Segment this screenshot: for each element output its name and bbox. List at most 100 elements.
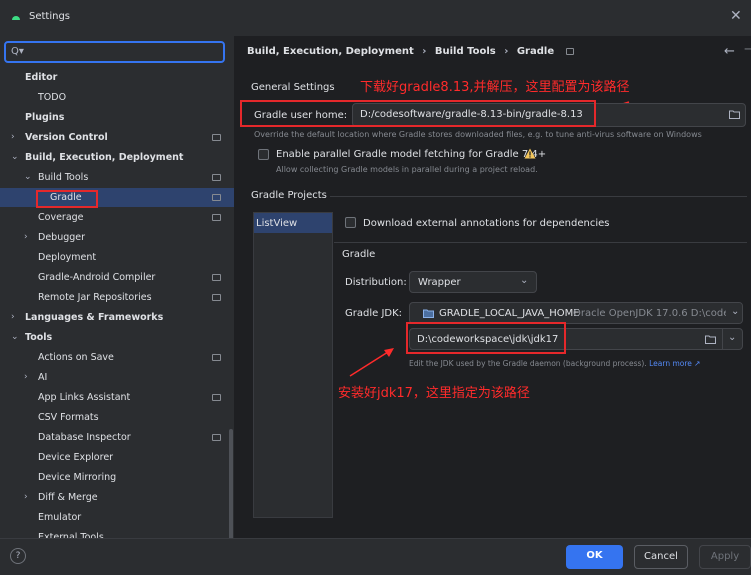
gradle-section-title: Gradle [342,249,376,260]
tree-item-label: App Links Assistant [38,392,131,403]
folder-icon[interactable] [729,110,740,119]
tree-item-device-mirroring[interactable]: Device Mirroring [0,468,234,487]
tree-item-csv-formats[interactable]: CSV Formats [0,408,234,427]
project-settings-icon [212,174,221,181]
chevron-right-icon[interactable]: › [24,228,28,247]
dialog-footer: ? OK Cancel Apply [0,538,751,575]
chevron-down-icon[interactable]: ⌄ [24,168,32,187]
chevron-down-icon: ⌄ [520,275,529,286]
tree-item-build-tools[interactable]: ⌄ Build Tools [0,168,234,187]
warning-icon [524,148,536,159]
chevron-down-icon[interactable]: ⌄ [11,148,19,167]
settings-sidebar: Q▾ Editor TODO Plugins › Version Control … [0,36,235,569]
chevron-down-icon: ⌄ [731,306,740,317]
tree-item-label: Deployment [38,252,97,263]
tree-item-languages[interactable]: › Languages & Frameworks [0,308,234,327]
tree-item-remote-jar[interactable]: Remote Jar Repositories [0,288,234,307]
jdk-folder-icon [423,309,434,318]
folder-icon[interactable] [705,335,716,344]
chevron-right-icon[interactable]: › [24,368,28,387]
tree-item-actions-on-save[interactable]: Actions on Save [0,348,234,367]
breadcrumb-item: Gradle [516,46,555,57]
tree-item-deployment[interactable]: Deployment [0,248,234,267]
tree-item-label: Emulator [38,512,82,523]
tree-item-label: Tools [25,332,53,343]
cancel-button[interactable]: Cancel [634,545,688,569]
distribution-select[interactable]: Wrapper ⌄ [409,271,537,293]
close-icon[interactable]: ✕ [730,8,742,24]
help-icon[interactable]: ? [10,548,26,564]
apply-button[interactable]: Apply [699,545,751,569]
parallel-fetch-label[interactable]: Enable parallel Gradle model fetching fo… [276,149,546,160]
tree-item-label: Debugger [38,232,86,243]
back-arrow-icon[interactable]: ← [724,44,735,59]
highlight-box-gradle [36,190,98,208]
learn-more-link[interactable]: Learn more ↗ [649,359,700,368]
project-settings-icon [212,274,221,281]
android-studio-icon [12,16,20,20]
project-list-item-label: ListView [256,218,298,229]
tree-item-gradle-android-compiler[interactable]: Gradle-Android Compiler [0,268,234,287]
chevron-right-icon[interactable]: › [11,128,15,147]
annotation-jdk-path: 安装好jdk17，这里指定为该路径 [338,386,530,401]
chevron-down-icon[interactable]: ⌄ [728,332,736,343]
tree-item-build[interactable]: ⌄ Build, Execution, Deployment [0,148,234,167]
tree-item-label: Coverage [38,212,84,223]
gradle-user-home-hint: Override the default location where Grad… [254,130,702,139]
breadcrumb-item[interactable]: Build Tools [435,46,496,57]
tree-item-label: Version Control [25,132,108,143]
gradle-jdk-hint-text: Edit the JDK used by the Gradle daemon (… [409,359,647,368]
download-annotations-label[interactable]: Download external annotations for depend… [363,218,609,229]
project-settings-icon [212,434,221,441]
project-settings-icon [212,214,221,221]
breadcrumb-separator: › [504,46,509,57]
distribution-value: Wrapper [418,277,461,288]
search-input[interactable] [32,45,217,59]
chevron-right-icon[interactable]: › [11,308,15,327]
section-divider [334,242,747,243]
gradle-jdk-label: Gradle JDK: [345,308,403,319]
tree-item-label: Diff & Merge [38,492,98,503]
settings-content: Build, Execution, Deployment › Build Too… [235,36,751,538]
project-settings-icon [212,354,221,361]
tree-item-diff-merge[interactable]: › Diff & Merge [0,488,234,507]
chevron-down-icon[interactable]: ⌄ [11,328,19,347]
search-box[interactable]: Q▾ [4,41,225,63]
tree-item-label: Editor [25,72,58,83]
tree-item-ai[interactable]: › AI [0,368,234,387]
tree-item-label: CSV Formats [38,412,99,423]
project-list-item[interactable]: ListView [254,213,332,233]
tree-item-plugins[interactable]: Plugins [0,108,234,127]
gradle-jdk-name: GRADLE_LOCAL_JAVA_HOME [439,308,580,319]
tree-item-version-control[interactable]: › Version Control [0,128,234,147]
title-bar: Settings ✕ [0,0,751,36]
tree-item-label: Actions on Save [38,352,114,363]
tree-item-debugger[interactable]: › Debugger [0,228,234,247]
chevron-right-icon[interactable]: › [24,488,28,507]
tree-item-editor[interactable]: Editor [0,68,234,87]
tree-item-tools[interactable]: ⌄ Tools [0,328,234,347]
tree-item-label: Device Mirroring [38,472,117,483]
forward-arrow-icon[interactable]: → [744,42,751,57]
project-settings-icon [212,194,221,201]
tree-item-label: Database Inspector [38,432,131,443]
field-divider [722,329,723,349]
parallel-fetch-hint: Allow collecting Gradle models in parall… [276,165,538,174]
tree-item-label: Build Tools [38,172,89,183]
download-annotations-checkbox[interactable] [345,217,356,228]
tree-item-emulator[interactable]: Emulator [0,508,234,527]
annotation-gradle-path: 下载好gradle8.13,并解压，这里配置为该路径 [360,80,630,95]
ok-button[interactable]: OK [566,545,623,569]
gradle-jdk-select[interactable]: GRADLE_LOCAL_JAVA_HOME Oracle OpenJDK 17… [409,302,743,324]
parallel-fetch-checkbox[interactable] [258,149,269,160]
gradle-projects-title: Gradle Projects [251,190,327,201]
tree-item-device-explorer[interactable]: Device Explorer [0,448,234,467]
tree-item-label: Languages & Frameworks [25,312,164,323]
tree-item-coverage[interactable]: Coverage [0,208,234,227]
tree-item-app-links[interactable]: App Links Assistant [0,388,234,407]
tree-item-label: Build, Execution, Deployment [25,152,184,163]
breadcrumb-item[interactable]: Build, Execution, Deployment [247,46,414,57]
tree-item-label: Gradle-Android Compiler [38,272,156,283]
tree-item-todo[interactable]: TODO [0,88,234,107]
tree-item-database-inspector[interactable]: Database Inspector [0,428,234,447]
